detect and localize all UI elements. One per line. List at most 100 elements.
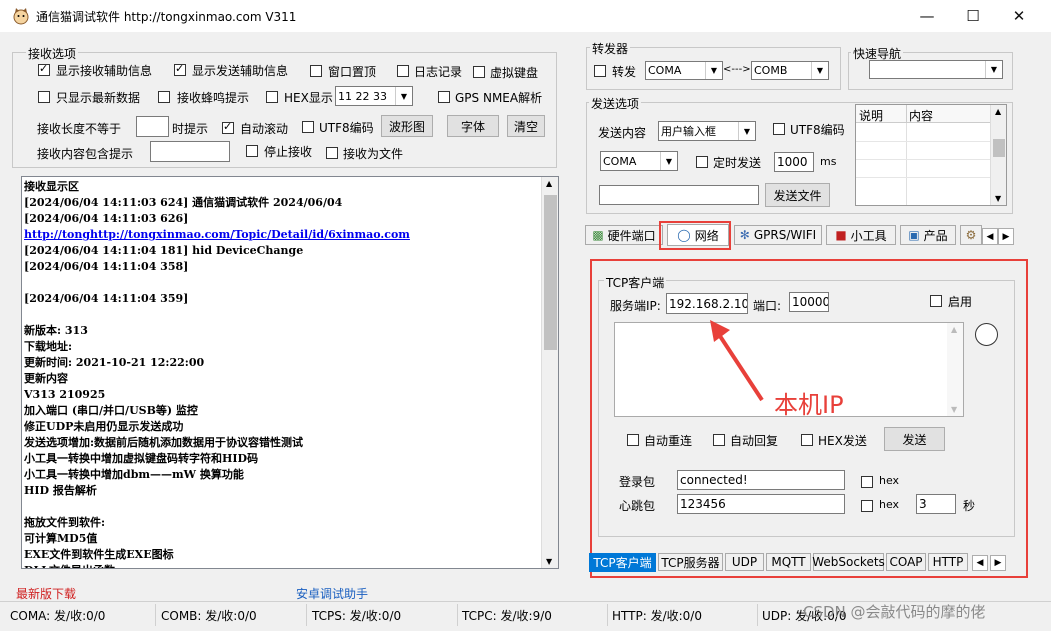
forward-checkbox[interactable] — [594, 65, 606, 77]
log-line: 接收显示区 — [24, 180, 79, 193]
login-packet-label: 登录包 — [619, 475, 656, 489]
auto-reconnect-checkbox[interactable] — [627, 434, 639, 446]
send-port-combo[interactable]: COMA ▼ — [600, 151, 678, 171]
subtab-udp[interactable]: UDP — [725, 553, 764, 571]
heartbeat-unit: 秒 — [963, 499, 976, 513]
subtab-coap[interactable]: COAP — [886, 553, 926, 571]
close-button[interactable]: ✕ — [996, 0, 1042, 32]
port-input[interactable]: 10000 — [789, 292, 829, 312]
android-link[interactable]: 安卓调试助手 — [296, 585, 368, 602]
tab-scroll-right-button[interactable]: ▶ — [998, 228, 1014, 245]
scroll-up-icon[interactable]: ▲ — [951, 325, 957, 334]
scroll-up-icon[interactable]: ▲ — [546, 179, 552, 188]
contains-input[interactable] — [150, 141, 230, 162]
receive-log-lines: 接收显示区 [2024/06/04 14:11:03 624] 通信猫调试软件 2… — [22, 177, 558, 568]
auto-scroll-checkbox[interactable] — [222, 120, 234, 134]
scroll-up-icon[interactable]: ▲ — [995, 107, 1001, 116]
note-table[interactable]: 说明 内容 ▲ ▼ — [855, 104, 1007, 206]
scrollbar-thumb[interactable] — [544, 195, 557, 350]
quick-nav-combo[interactable]: ▼ — [869, 60, 1003, 79]
receive-utf8-label: UTF8编码 — [319, 121, 374, 135]
minimize-button[interactable]: — — [904, 0, 950, 32]
window-topmost-checkbox[interactable] — [310, 65, 322, 77]
tcp-send-button[interactable]: 发送 — [884, 427, 945, 451]
tab-more[interactable]: ⚙ — [960, 225, 982, 245]
download-link[interactable]: 最新版下载 — [16, 585, 76, 602]
subtab-http[interactable]: HTTP — [928, 553, 968, 571]
interval-input[interactable]: 1000 — [774, 152, 814, 172]
log-line: V313 210925 — [24, 388, 106, 401]
login-hex-checkbox[interactable] — [861, 476, 873, 488]
heartbeat-input[interactable]: 123456 — [677, 494, 845, 514]
annotation-label: 本机IP — [774, 391, 844, 419]
latest-only-checkbox[interactable] — [38, 91, 50, 103]
chevron-down-icon: ▼ — [811, 62, 828, 79]
heartbeat-interval-input[interactable]: 3 — [916, 494, 956, 514]
scroll-down-icon[interactable]: ▼ — [951, 405, 957, 414]
receive-to-file-checkbox[interactable] — [326, 147, 338, 159]
tab-product[interactable]: ▣ 产品 — [900, 225, 956, 245]
server-ip-input[interactable]: 192.168.2.107 — [666, 293, 748, 314]
subtab-scroll-right-button[interactable]: ▶ — [990, 555, 1006, 571]
stop-receive-checkbox[interactable] — [246, 145, 258, 157]
log-record-checkbox[interactable] — [397, 65, 409, 77]
send-content-combo[interactable]: 用户输入框 ▼ — [658, 121, 756, 141]
send-file-button[interactable]: 发送文件 — [765, 183, 830, 207]
scrollbar-thumb[interactable] — [993, 139, 1005, 157]
gear-icon: ⚙ — [965, 228, 977, 242]
scroll-down-icon[interactable]: ▼ — [546, 557, 552, 566]
log-line: 加入端口 (串口/并口/USB等) 监控 — [24, 404, 198, 417]
receive-utf8-checkbox[interactable] — [302, 121, 314, 133]
send-options-label: 发送选项 — [589, 95, 642, 112]
waveform-button[interactable]: 波形图 — [381, 115, 433, 137]
send-port-value: COMA — [603, 154, 637, 168]
tab-gprs-wifi[interactable]: ✻ GPRS/WIFI — [734, 225, 822, 245]
tab-hardware-port[interactable]: ▩ 硬件端口 — [585, 225, 663, 245]
forward-left-port-combo[interactable]: COMA ▼ — [645, 61, 723, 80]
gps-nmea-checkbox[interactable] — [438, 91, 450, 103]
tab-toolbox[interactable]: ■ 小工具 — [826, 225, 896, 245]
tab-scroll-left-button[interactable]: ◀ — [982, 228, 998, 245]
subtab-tcp-server[interactable]: TCP服务器 — [658, 553, 723, 571]
chevron-down-icon: ▼ — [705, 62, 722, 79]
show-send-info-checkbox[interactable] — [174, 62, 186, 76]
enable-checkbox[interactable] — [930, 295, 942, 307]
note-header-description: 说明 — [859, 109, 884, 123]
timed-send-checkbox[interactable] — [696, 156, 708, 168]
auto-reply-checkbox[interactable] — [713, 434, 725, 446]
show-receive-info-checkbox[interactable] — [38, 62, 50, 76]
gps-nmea-label: GPS NMEA解析 — [455, 91, 543, 105]
scroll-down-icon[interactable]: ▼ — [995, 194, 1001, 203]
log-link[interactable]: http://tonghttp://tongxinmao.com/Topic/D… — [22, 227, 558, 243]
heartbeat-hex-label: hex — [879, 498, 900, 511]
hex-format-combo[interactable]: 11 22 33 ▼ — [335, 86, 413, 106]
subtab-tcp-client[interactable]: TCP客户端 — [589, 553, 656, 572]
virtual-keyboard-checkbox[interactable] — [473, 66, 485, 78]
log-scrollbar[interactable]: ▲ ▼ — [541, 177, 558, 568]
auto-reply-label: 自动回复 — [730, 434, 779, 448]
font-button[interactable]: 字体 — [447, 115, 499, 137]
subtab-scroll-left-button[interactable]: ◀ — [972, 555, 988, 571]
forwarder-label: 转发器 — [590, 40, 631, 57]
hex-display-label: HEX显示 — [284, 91, 333, 105]
tab-toolbox-label: 小工具 — [850, 228, 887, 243]
send-utf8-checkbox[interactable] — [773, 123, 785, 135]
clear-button[interactable]: 清空 — [507, 115, 545, 137]
maximize-button[interactable]: ☐ — [950, 0, 996, 32]
beep-checkbox[interactable] — [158, 91, 170, 103]
log-line: [2024/06/04 14:11:04 359] — [24, 292, 189, 305]
send-file-path-input[interactable] — [599, 185, 759, 205]
note-table-scrollbar[interactable]: ▲ ▼ — [990, 105, 1006, 205]
receive-log[interactable]: 接收显示区 [2024/06/04 14:11:03 624] 通信猫调试软件 2… — [21, 176, 559, 569]
login-packet-input[interactable]: connected! — [677, 470, 845, 490]
textarea-scrollbar[interactable]: ▲ ▼ — [947, 323, 963, 416]
hex-display-checkbox[interactable] — [266, 91, 278, 103]
forward-right-port-combo[interactable]: COMB ▼ — [751, 61, 829, 80]
hex-send-checkbox[interactable] — [801, 434, 813, 446]
subtab-websockets[interactable]: WebSockets — [812, 553, 885, 571]
subtab-mqtt[interactable]: MQTT — [766, 553, 811, 571]
window-topmost-label: 窗口置顶 — [328, 65, 377, 79]
heartbeat-hex-checkbox[interactable] — [861, 500, 873, 512]
length-input[interactable] — [136, 116, 169, 137]
